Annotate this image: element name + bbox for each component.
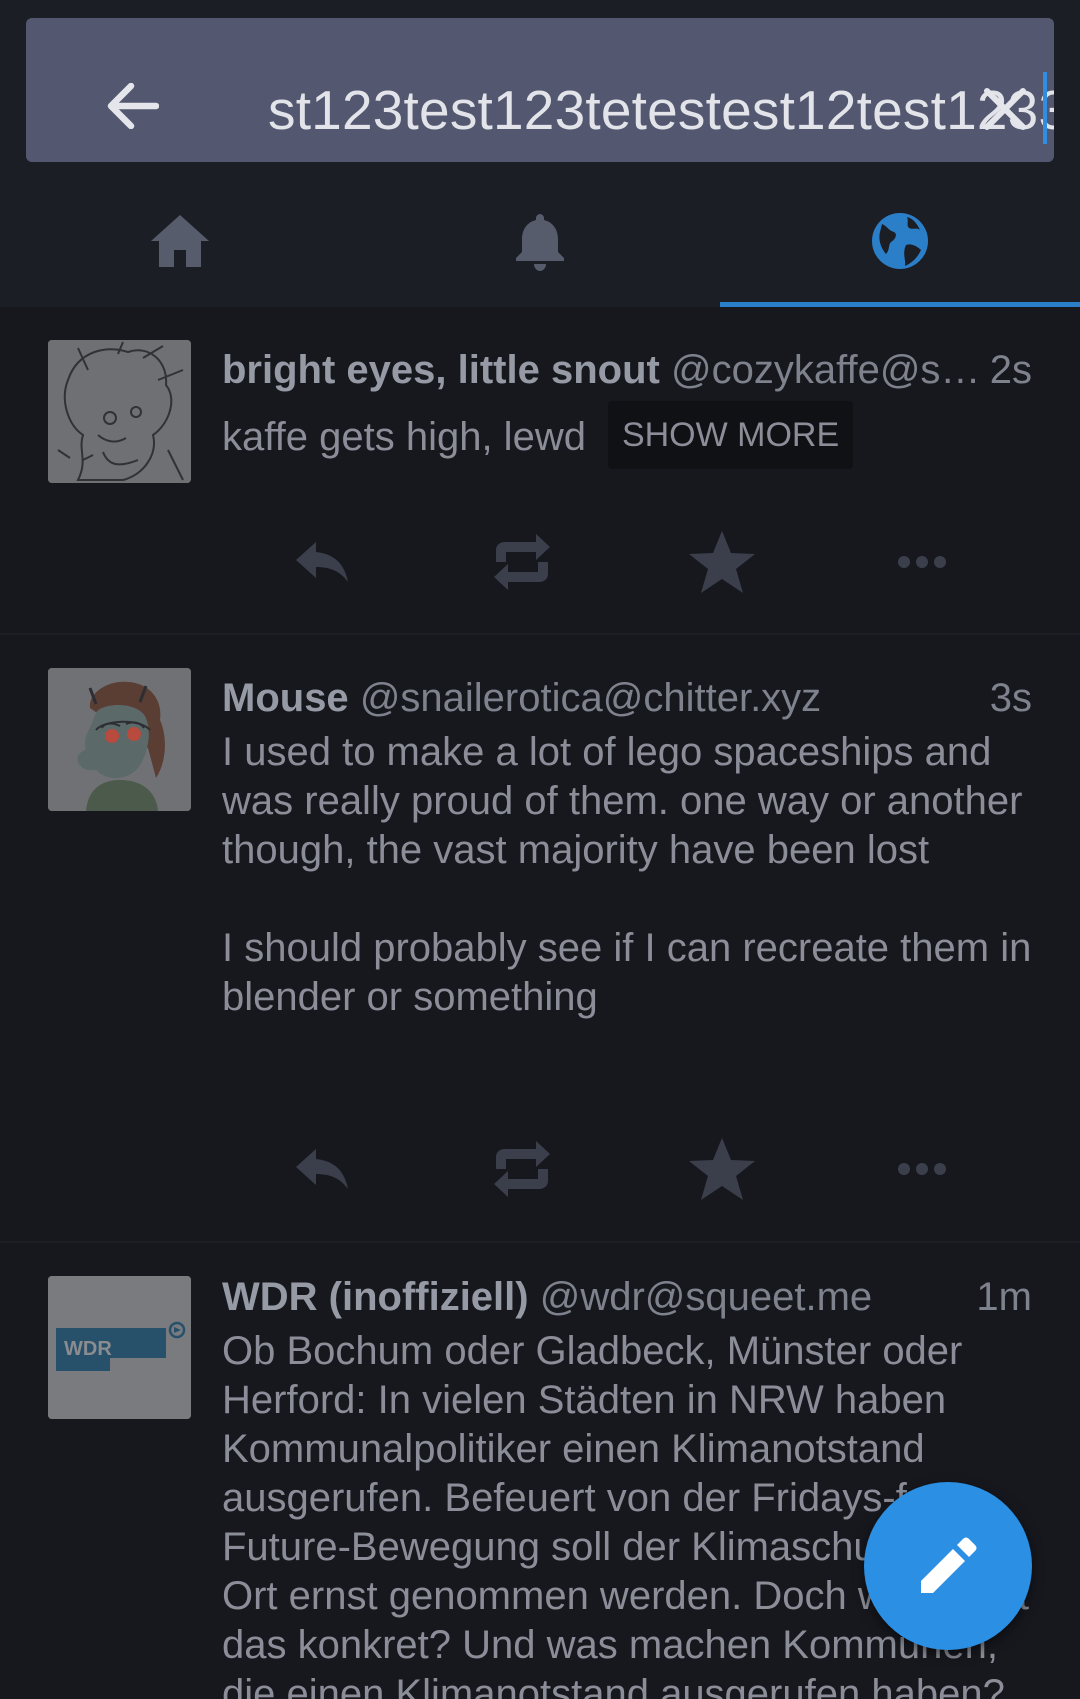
- tab-bar: [0, 175, 1080, 307]
- display-name[interactable]: bright eyes, little snout: [222, 348, 660, 392]
- content-paragraph: I used to make a lot of lego spaceships …: [222, 730, 1023, 872]
- pencil-icon: [921, 1537, 977, 1593]
- avatar[interactable]: WDR: [48, 1276, 191, 1419]
- back-button[interactable]: [98, 76, 168, 136]
- tab-federated[interactable]: [720, 175, 1080, 307]
- account-handle[interactable]: @snailerotica@chitter.xyz: [360, 676, 821, 720]
- close-icon: [984, 88, 1026, 130]
- more-options-button[interactable]: [822, 522, 1022, 602]
- status-header: Mouse @snailerotica@chitter.xyz 3s: [222, 668, 1032, 728]
- search-input[interactable]: st123test123tetestest12test1233t: [268, 70, 1054, 150]
- timestamp[interactable]: 2s: [983, 340, 1032, 400]
- search-header: st123test123tetestest12test1233t: [0, 0, 1080, 175]
- home-icon: [151, 215, 209, 267]
- status-content: kaffe gets high, lewd SHOW MORE: [222, 400, 1032, 474]
- show-more-button[interactable]: SHOW MORE: [607, 401, 854, 470]
- clear-search-button[interactable]: [978, 82, 1032, 136]
- account-handle[interactable]: @wdr@squeet.me: [540, 1275, 872, 1319]
- reply-button[interactable]: [222, 1129, 422, 1209]
- status-item[interactable]: bright eyes, little snout @cozykaffe@s… …: [0, 307, 1080, 635]
- sketch-avatar-icon: [48, 340, 191, 483]
- star-icon: [689, 531, 755, 593]
- account-handle[interactable]: @cozykaffe@s…: [671, 348, 980, 392]
- content-warning: kaffe gets high, lewd: [222, 415, 586, 459]
- display-name[interactable]: WDR (inoffiziell): [222, 1275, 529, 1319]
- boost-icon: [494, 1141, 550, 1197]
- bell-icon: [516, 214, 564, 271]
- reply-icon: [296, 1149, 348, 1189]
- favourite-button[interactable]: [622, 1129, 822, 1209]
- status-content: I used to make a lot of lego spaceships …: [222, 728, 1032, 1022]
- compose-button[interactable]: [864, 1482, 1032, 1650]
- status-actions: [222, 522, 1022, 602]
- avatar[interactable]: [48, 340, 191, 483]
- arrow-left-icon: [107, 83, 159, 129]
- globe-icon: [872, 213, 928, 269]
- dragon-avatar-icon: [48, 668, 191, 811]
- tab-notifications[interactable]: [360, 175, 720, 307]
- wdr-logo-text: WDR: [64, 1338, 112, 1360]
- status-header: WDR (inoffiziell) @wdr@squeet.me 1m: [222, 1267, 1032, 1327]
- more-icon: [898, 1163, 946, 1175]
- tab-home[interactable]: [0, 175, 360, 307]
- search-bar: st123test123tetestest12test1233t: [26, 18, 1054, 162]
- timestamp[interactable]: 1m: [970, 1267, 1032, 1327]
- reply-icon: [296, 542, 348, 582]
- avatar[interactable]: [48, 668, 191, 811]
- status-actions: [222, 1129, 1022, 1209]
- text-caret: [1043, 72, 1047, 144]
- display-name[interactable]: Mouse: [222, 676, 349, 720]
- boost-button[interactable]: [422, 1129, 622, 1209]
- favourite-button[interactable]: [622, 522, 822, 602]
- status-header: bright eyes, little snout @cozykaffe@s… …: [222, 340, 1032, 400]
- reply-button[interactable]: [222, 522, 422, 602]
- star-icon: [689, 1138, 755, 1200]
- more-options-button[interactable]: [822, 1129, 1022, 1209]
- boost-button[interactable]: [422, 522, 622, 602]
- status-item[interactable]: Mouse @snailerotica@chitter.xyz 3s I use…: [0, 635, 1080, 1243]
- content-paragraph: I should probably see if I can recreate …: [222, 926, 1032, 1019]
- boost-icon: [494, 534, 550, 590]
- more-icon: [898, 556, 946, 568]
- wdr-logo: WDR: [48, 1276, 191, 1419]
- timestamp[interactable]: 3s: [983, 668, 1032, 728]
